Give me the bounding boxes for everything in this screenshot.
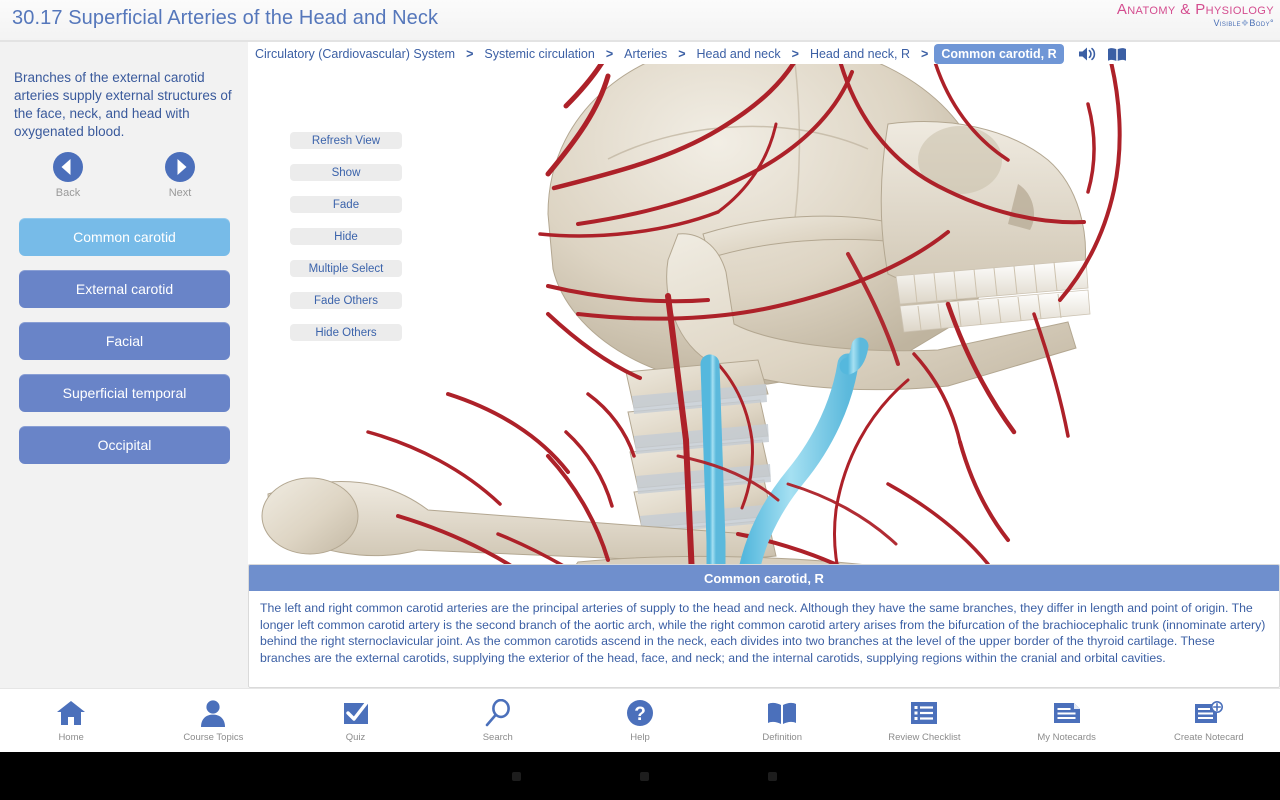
toolbar-label: Course Topics bbox=[183, 732, 244, 743]
refresh-view-button[interactable]: Refresh View bbox=[290, 132, 402, 149]
breadcrumb-separator: > bbox=[676, 46, 688, 62]
next-label: Next bbox=[168, 187, 192, 199]
toolbar-label: Create Notecard bbox=[1174, 732, 1244, 743]
viewport-controls: Refresh View Show Fade Hide Multiple Sel… bbox=[290, 132, 402, 356]
toolbar-label: Help bbox=[630, 732, 650, 743]
title-bar: 30.17 Superficial Arteries of the Head a… bbox=[0, 0, 1280, 40]
show-button[interactable]: Show bbox=[290, 164, 402, 181]
toolbar-item-create-notecard[interactable]: Create Notecard bbox=[1138, 689, 1280, 743]
sidebar-item-occipital[interactable]: Occipital bbox=[19, 426, 230, 464]
toolbar-item-review-checklist[interactable]: Review Checklist bbox=[853, 689, 995, 743]
breadcrumb-item-head-and-neck-r[interactable]: Head and neck, R bbox=[804, 45, 915, 63]
brand-logo: Anatomy & Physiology Visible❖Body° bbox=[1117, 2, 1274, 28]
toolbar-item-my-notecards[interactable]: My Notecards bbox=[996, 689, 1138, 743]
breadcrumb-separator: > bbox=[919, 46, 931, 62]
notecard-icon bbox=[996, 697, 1138, 729]
scapula-bone bbox=[261, 477, 359, 555]
toolbar-label: Quiz bbox=[345, 732, 366, 743]
toolbar-label: My Notecards bbox=[1037, 732, 1096, 743]
magnifier-icon bbox=[427, 697, 569, 729]
fade-button[interactable]: Fade bbox=[290, 196, 402, 213]
svg-text:?: ? bbox=[634, 704, 646, 725]
speaker-icon[interactable] bbox=[1078, 46, 1097, 62]
anatomy-viewport[interactable]: Refresh View Show Fade Hide Multiple Sel… bbox=[248, 64, 1280, 604]
lesson-description: Branches of the external carotid arterie… bbox=[14, 70, 232, 139]
breadcrumb-separator: > bbox=[789, 46, 801, 62]
breadcrumb-item-head-and-neck[interactable]: Head and neck bbox=[691, 45, 786, 63]
logo-primary: Anatomy & Physiology bbox=[1116, 1, 1274, 18]
sidebar-item-facial[interactable]: Facial bbox=[19, 322, 230, 360]
open-book-icon bbox=[711, 697, 853, 729]
logo-visible: Visible bbox=[1213, 18, 1241, 28]
structure-list: Common carotid External carotid Facial S… bbox=[19, 218, 230, 478]
list-icon bbox=[853, 697, 995, 729]
toolbar-label: Home bbox=[58, 732, 84, 743]
person-icon bbox=[142, 697, 284, 729]
toolbar-item-help[interactable]: ? Help bbox=[569, 689, 711, 743]
chevron-left-icon bbox=[53, 152, 83, 182]
toolbar-item-search[interactable]: Search bbox=[427, 689, 569, 743]
toolbar-item-quiz[interactable]: Quiz bbox=[284, 689, 426, 743]
page-title: 30.17 Superficial Arteries of the Head a… bbox=[12, 7, 439, 29]
info-panel-title: Common carotid, R bbox=[249, 565, 1279, 591]
breadcrumb-separator: > bbox=[464, 46, 476, 62]
chevron-right-icon bbox=[165, 152, 195, 182]
toolbar-label: Review Checklist bbox=[888, 732, 961, 743]
breadcrumb: Circulatory (Cardiovascular) System > Sy… bbox=[248, 42, 1280, 66]
system-back-button[interactable] bbox=[512, 771, 521, 781]
system-recents-button[interactable] bbox=[768, 771, 777, 781]
sidebar-item-external-carotid[interactable]: External carotid bbox=[19, 270, 230, 308]
sidebar-item-superficial-temporal[interactable]: Superficial temporal bbox=[19, 374, 230, 412]
breadcrumb-separator: > bbox=[603, 46, 616, 62]
question-circle-icon: ? bbox=[569, 697, 711, 729]
info-panel-body: The left and right common carotid arteri… bbox=[260, 601, 1266, 665]
nav-buttons: Back Next bbox=[0, 152, 248, 222]
breadcrumb-item-circulatory-system[interactable]: Circulatory (Cardiovascular) System bbox=[250, 45, 461, 63]
fade-others-button[interactable]: Fade Others bbox=[290, 292, 402, 309]
toolbar-item-home[interactable]: Home bbox=[0, 689, 142, 743]
breadcrumb-item-systemic-circulation[interactable]: Systemic circulation bbox=[479, 45, 600, 63]
logo-secondary: Visible❖Body° bbox=[1117, 19, 1274, 28]
system-nav-bar bbox=[0, 752, 1280, 800]
toolbar-item-course-topics[interactable]: Course Topics bbox=[142, 689, 284, 743]
hide-button[interactable]: Hide bbox=[290, 228, 402, 245]
breadcrumb-item-arteries[interactable]: Arteries bbox=[619, 45, 673, 63]
toolbar-label: Search bbox=[482, 732, 513, 743]
sidebar-item-common-carotid[interactable]: Common carotid bbox=[19, 218, 230, 256]
anatomy-3d-model[interactable] bbox=[248, 64, 1280, 604]
hide-others-button[interactable]: Hide Others bbox=[290, 324, 402, 341]
app-root: 30.17 Superficial Arteries of the Head a… bbox=[0, 0, 1280, 800]
notecard-plus-icon bbox=[1138, 697, 1280, 729]
multiple-select-button[interactable]: Multiple Select bbox=[290, 260, 402, 277]
main-panel: Refresh View Show Fade Hide Multiple Sel… bbox=[248, 42, 1280, 688]
left-sidebar: Branches of the external carotid arterie… bbox=[0, 42, 248, 688]
book-icon[interactable] bbox=[1107, 47, 1127, 62]
breadcrumb-icons bbox=[1078, 46, 1127, 62]
toolbar-label: Definition bbox=[762, 732, 802, 743]
toolbar-item-definition[interactable]: Definition bbox=[711, 689, 853, 743]
home-icon bbox=[0, 697, 142, 729]
breadcrumb-item-common-carotid-r[interactable]: Common carotid, R bbox=[934, 44, 1064, 64]
logo-body: Body° bbox=[1249, 18, 1274, 28]
back-label: Back bbox=[55, 187, 81, 199]
back-button[interactable]: Back bbox=[33, 152, 103, 199]
bottom-toolbar: Home Course Topics Quiz Search ? Help De… bbox=[0, 688, 1280, 752]
next-button[interactable]: Next bbox=[145, 152, 215, 199]
system-home-button[interactable] bbox=[640, 771, 649, 781]
info-panel: Common carotid, R The left and right com… bbox=[248, 564, 1280, 688]
checkmark-square-icon bbox=[284, 697, 426, 729]
